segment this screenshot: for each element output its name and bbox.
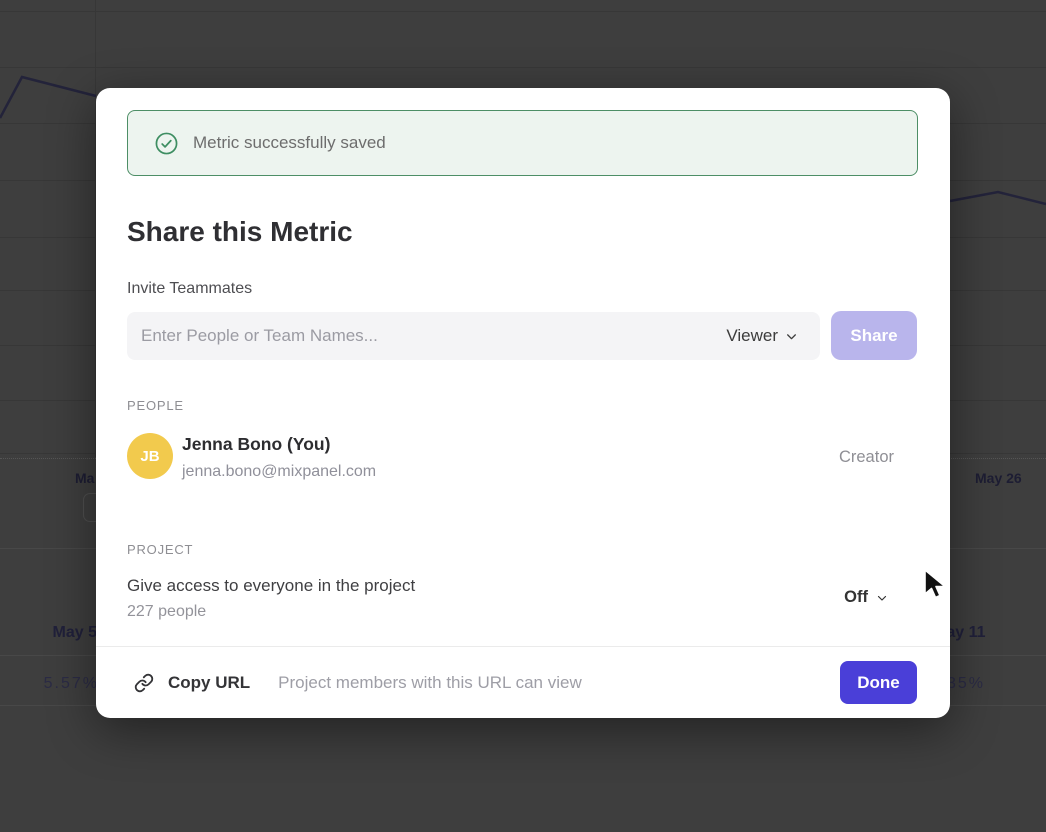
modal-footer: Copy URL Project members with this URL c… [96,646,950,718]
chart-line-left [0,77,96,118]
chevron-down-icon [785,330,798,343]
invite-input-container: Viewer [127,312,820,360]
invite-teammates-label: Invite Teammates [127,280,252,298]
x-axis-label: May 26 [975,470,1022,486]
table-value-cell: 5.57% [0,675,99,693]
project-access-dropdown-value: Off [844,588,868,607]
x-axis-label: Ma [75,470,94,486]
people-section-label: PEOPLE [127,398,184,413]
member-role: Creator [839,448,894,467]
copy-url-label: Copy URL [168,673,250,693]
chevron-down-icon [876,592,888,604]
project-access-label: Give access to everyone in the project [127,576,415,596]
role-dropdown-value: Viewer [726,326,778,346]
chart-line-right [950,192,1046,204]
success-banner: Metric successfully saved [127,110,918,176]
modal-title: Share this Metric [127,216,353,248]
member-email: jenna.bono@mixpanel.com [182,463,376,481]
copy-url-hint: Project members with this URL can view [278,673,582,693]
table-value-cell: 35% [947,675,985,693]
member-name: Jenna Bono (You) [182,434,330,455]
role-dropdown[interactable]: Viewer [726,326,820,346]
copy-url-button[interactable]: Copy URL [134,673,250,693]
invite-input[interactable] [127,312,726,360]
done-button[interactable]: Done [840,661,917,704]
share-metric-modal: Metric successfully saved Share this Met… [96,88,950,718]
check-circle-icon [155,132,178,155]
project-member-count: 227 people [127,603,206,621]
share-button[interactable]: Share [831,311,917,360]
success-banner-message: Metric successfully saved [193,133,386,153]
avatar: JB [127,433,173,479]
table-header-cell: May 5 [0,624,97,642]
project-section-label: PROJECT [127,542,193,557]
link-icon [134,673,154,693]
project-access-dropdown[interactable]: Off [844,588,888,607]
